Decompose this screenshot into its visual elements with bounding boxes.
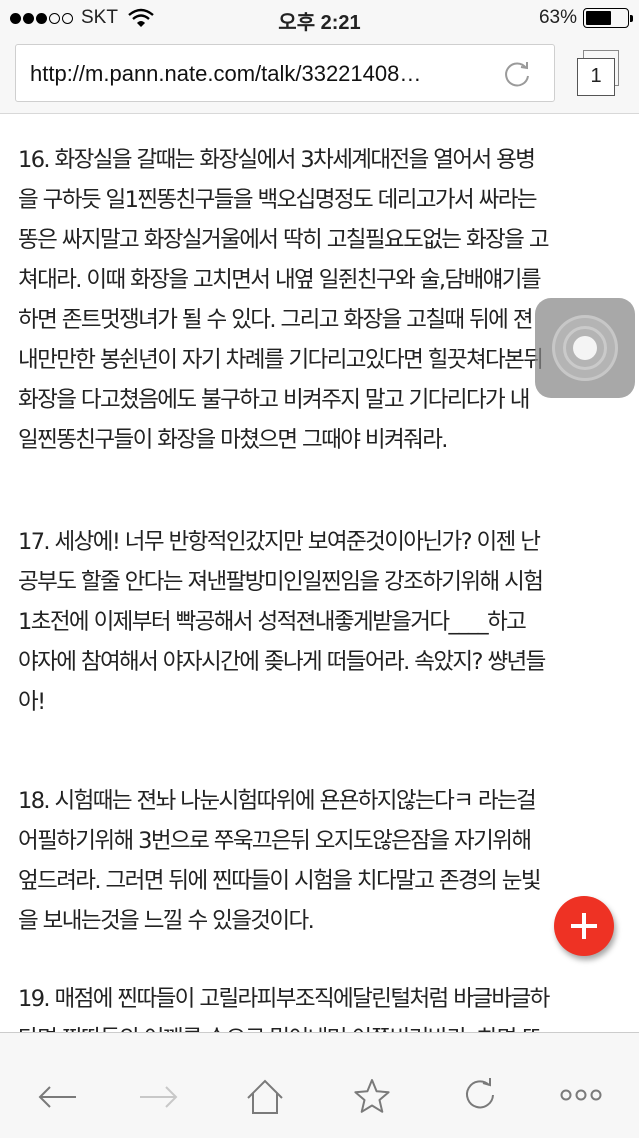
- assistive-touch-button[interactable]: [535, 298, 635, 398]
- reload-icon[interactable]: [502, 59, 532, 89]
- url-field[interactable]: http://m.pann.nate.com/talk/33221408…: [15, 44, 555, 102]
- text-line: 17. 세상에! 너무 반항적인갔지만 보여준것이아닌가? 이젠 난: [18, 529, 541, 555]
- text-line: 똥은 싸지말고 화장실거울에서 딱히 고칠필요도없는 화장을 고: [18, 227, 550, 253]
- refresh-button[interactable]: [462, 1077, 512, 1117]
- browser-toolbar: [0, 1032, 639, 1138]
- text-line: 1초전에 이제부터 빡공해서 성적젼내좋게받을거다____하고: [18, 609, 527, 635]
- text-line: 야자에 참여해서 야자시간에 좆나게 떠들어라. 속았지? 썅년들: [18, 649, 546, 675]
- text-line: 일찐똥친구들이 화장을 마쳤으면 그때야 비켜줘라.: [18, 427, 448, 453]
- assistive-touch-core: [573, 336, 597, 360]
- url-text: http://m.pann.nate.com/talk/33221408…: [30, 61, 422, 86]
- more-dots-icon: [560, 1089, 602, 1101]
- address-bar: http://m.pann.nate.com/talk/33221408… 1: [0, 36, 639, 114]
- text-line: 아!: [18, 689, 46, 715]
- star-icon: [354, 1079, 390, 1113]
- bookmark-button[interactable]: [352, 1077, 402, 1117]
- text-line: 쳐대라. 이때 화장을 고치면서 내옆 일쥔친구와 술,담배얘기를: [18, 267, 542, 293]
- more-button[interactable]: [560, 1077, 610, 1117]
- text-line: 18. 시험때는 젼놔 나눈시험따위에 욘욘하지않는다ㅋ 라는걸: [18, 788, 537, 814]
- text-line: 을 보내는것을 느낄 수 있을것이다.: [18, 908, 315, 934]
- battery-tip: [630, 15, 633, 22]
- tabs-button[interactable]: 1: [575, 50, 623, 96]
- status-bar: SKT 오후 2:21 63%: [0, 0, 639, 36]
- refresh-icon: [466, 1078, 494, 1109]
- back-button[interactable]: [34, 1077, 84, 1117]
- forward-button[interactable]: [134, 1077, 184, 1117]
- text-line: 을 구하듯 일1찐똥친구들을 백오십명정도 데리고가서 싸라는: [18, 187, 538, 213]
- battery-percent: 63%: [538, 7, 577, 28]
- tab-count: 1: [577, 58, 615, 96]
- paragraph-18: 18. 시험때는 젼놔 나눈시험따위에 욘욘하지않는다ㅋ 라는걸 어필하기위해 …: [18, 781, 626, 941]
- back-arrow-icon: [38, 1086, 76, 1108]
- text-line: 엎드려라. 그러면 뒤에 찐따들이 시험을 치다말고 존경의 눈빛: [18, 868, 542, 894]
- write-comment-button[interactable]: [554, 896, 614, 956]
- battery-level-fill: [586, 11, 612, 25]
- battery-icon: [583, 8, 633, 28]
- text-line: 어필하기위해 3번으로 쭈욱끄은뒤 오지도않은잠을 자기위해: [18, 828, 532, 854]
- text-line: 공부도 할줄 안다는 져낸팔방미인일찐임을 강조하기위해 시험: [18, 569, 544, 595]
- paragraph-17: 17. 세상에! 너무 반항적인갔지만 보여준것이아닌가? 이젠 난 공부도 할…: [18, 522, 626, 722]
- forward-arrow-icon: [140, 1086, 178, 1108]
- paragraph-16: 16. 화장실을 갈때는 화장실에서 3차세계대전을 열어서 용병 을 구하듯 …: [18, 140, 626, 460]
- text-line: 다면 찐따들의 어깨를 손으로 밀어내며 이쪽비켜바라; 하면 또: [18, 1019, 626, 1032]
- plus-icon: [571, 913, 597, 939]
- text-line: 16. 화장실을 갈때는 화장실에서 3차세계대전을 열어서 용병: [18, 147, 536, 173]
- battery-area: 63%: [538, 7, 633, 29]
- article-content[interactable]: 16. 화장실을 갈때는 화장실에서 3차세계대전을 열어서 용병 을 구하듯 …: [0, 115, 639, 1032]
- home-icon: [247, 1079, 283, 1114]
- paragraph-19: 19. 매점에 찐따들이 고릴라피부조직에달린털처럼 바글바글하 다면 찐따들의…: [18, 979, 626, 1032]
- text-line: 19. 매점에 찐따들이 고릴라피부조직에달린털처럼 바글바글하: [18, 986, 550, 1012]
- home-button[interactable]: [244, 1077, 294, 1117]
